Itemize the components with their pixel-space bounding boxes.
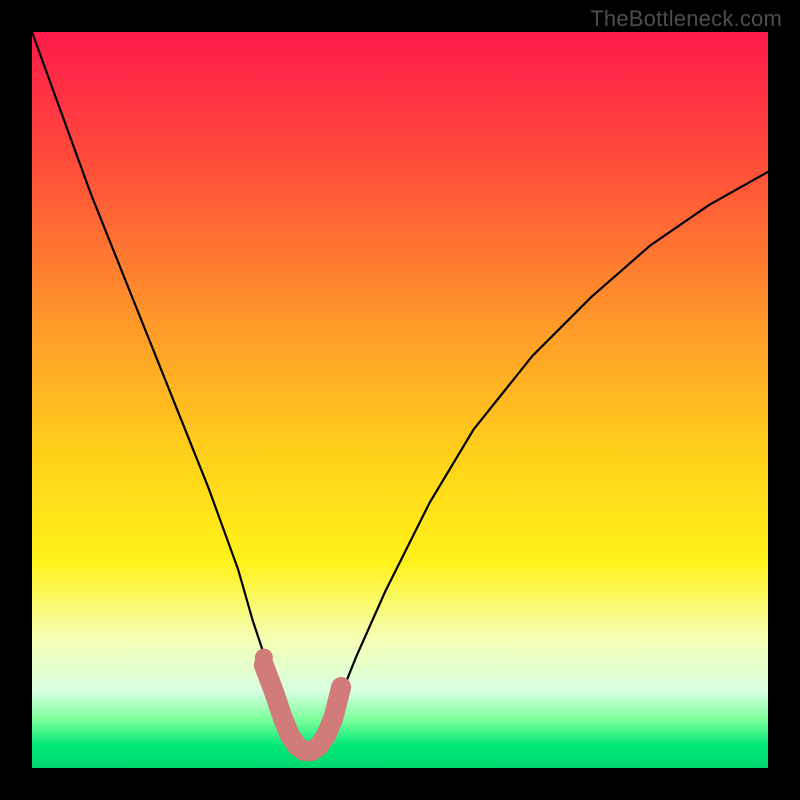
watermark-text: TheBottleneck.com <box>590 6 782 32</box>
highlight-dot-left <box>255 649 273 667</box>
plot-background <box>32 32 768 768</box>
plot-area <box>32 32 768 768</box>
chart-svg <box>32 32 768 768</box>
chart-frame: TheBottleneck.com <box>0 0 800 800</box>
